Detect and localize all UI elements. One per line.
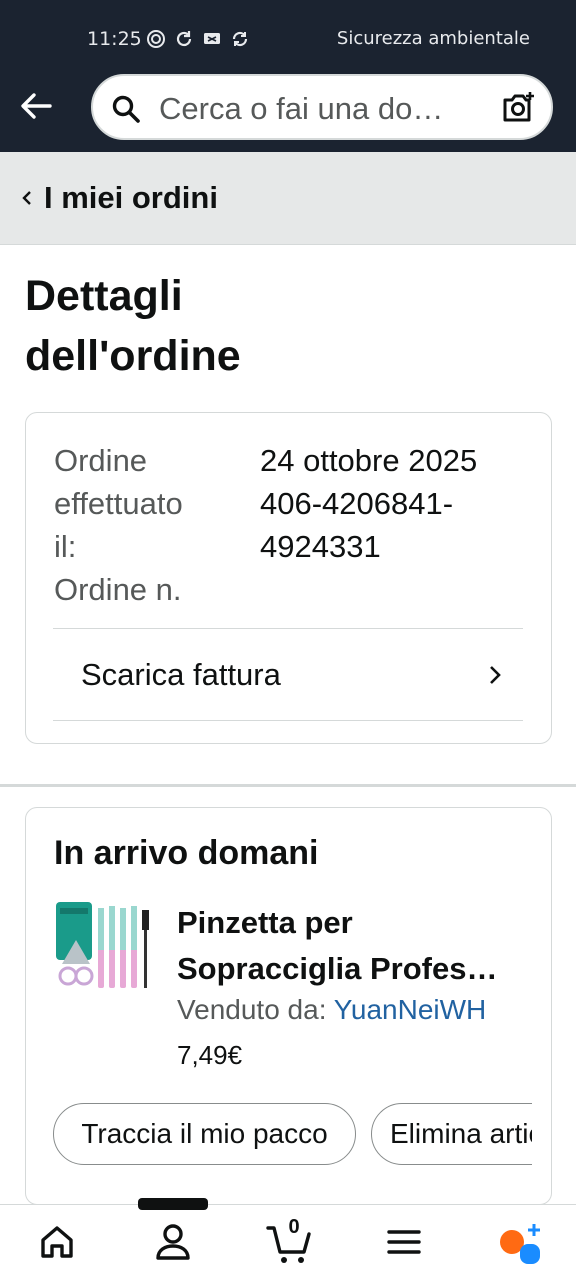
active-tab-indicator	[138, 1198, 208, 1210]
home-icon[interactable]	[33, 1218, 81, 1266]
order-label-line: effettuato	[54, 486, 183, 521]
divider	[53, 720, 523, 721]
page-title-line1: Dettagli	[25, 272, 183, 320]
order-label-line: Ordine	[54, 443, 148, 478]
refresh-icon	[232, 31, 248, 47]
product-title-line1: Pinzetta per	[177, 905, 353, 940]
cart-button[interactable]: 0	[266, 1216, 314, 1266]
order-label-line: il:	[54, 529, 77, 564]
delivery-status-title: In arrivo domani	[54, 834, 319, 872]
product-title-line2: Sopracciglia Profes…	[177, 951, 498, 986]
seller-prefix: Venduto da:	[177, 994, 327, 1025]
rufus-icon[interactable]	[496, 1218, 544, 1266]
order-label-line: Ordine n.	[54, 572, 182, 607]
search-bar[interactable]	[91, 74, 553, 140]
camera-search-icon[interactable]	[501, 90, 537, 126]
breadcrumb[interactable]: I miei ordini	[0, 152, 576, 245]
chevron-right-icon	[490, 666, 501, 684]
cart-count: 0	[288, 1216, 300, 1238]
order-number-part: 406-4206841-	[260, 486, 454, 521]
shipment-card: In arrivo domani Pinzetta per Sopraccigl…	[25, 807, 552, 1205]
search-icon	[112, 95, 140, 123]
section-divider	[0, 784, 576, 787]
chevron-left-icon	[22, 191, 31, 205]
download-invoice-row[interactable]: Scarica fattura	[53, 629, 523, 721]
seller-link[interactable]: YuanNeiWH	[334, 994, 487, 1025]
app-header: 11:25 Sicurezza ambientale	[0, 0, 576, 152]
sync-icon	[176, 31, 192, 47]
status-right-text: Sicurezza ambientale	[336, 28, 530, 49]
order-values: 24 ottobre 2025 406-4206841- 4924331	[260, 439, 530, 568]
search-input[interactable]	[159, 89, 477, 129]
page-title: Dettagli dell'ordine	[25, 266, 445, 386]
breadcrumb-label: I miei ordini	[44, 180, 218, 215]
nfc-icon	[147, 30, 165, 48]
order-date: 24 ottobre 2025	[260, 443, 478, 478]
order-summary-card: Ordine effettuato il: Ordine n. 24 ottob…	[25, 412, 552, 744]
download-invoice-label: Scarica fattura	[81, 657, 281, 692]
menu-icon[interactable]	[380, 1218, 428, 1266]
account-icon[interactable]	[149, 1218, 197, 1266]
seller-info: Venduto da: YuanNeiWH	[177, 994, 486, 1026]
scroll-fade	[532, 1088, 551, 1188]
order-labels: Ordine effettuato il: Ordine n.	[54, 439, 229, 611]
track-package-button[interactable]: Traccia il mio pacco	[53, 1103, 356, 1165]
product-title-link[interactable]: Pinzetta per Sopracciglia Profes…	[177, 900, 527, 992]
product-image[interactable]	[54, 900, 156, 998]
cast-icon	[204, 33, 220, 44]
back-arrow-icon[interactable]	[18, 88, 54, 124]
product-price: 7,49€	[177, 1040, 243, 1070]
page-title-line2: dell'ordine	[25, 332, 241, 380]
status-icons	[146, 29, 250, 49]
status-time: 11:25	[87, 28, 142, 50]
order-number-part: 4924331	[260, 529, 381, 564]
delete-item-button[interactable]: Elimina articolo	[371, 1103, 551, 1165]
